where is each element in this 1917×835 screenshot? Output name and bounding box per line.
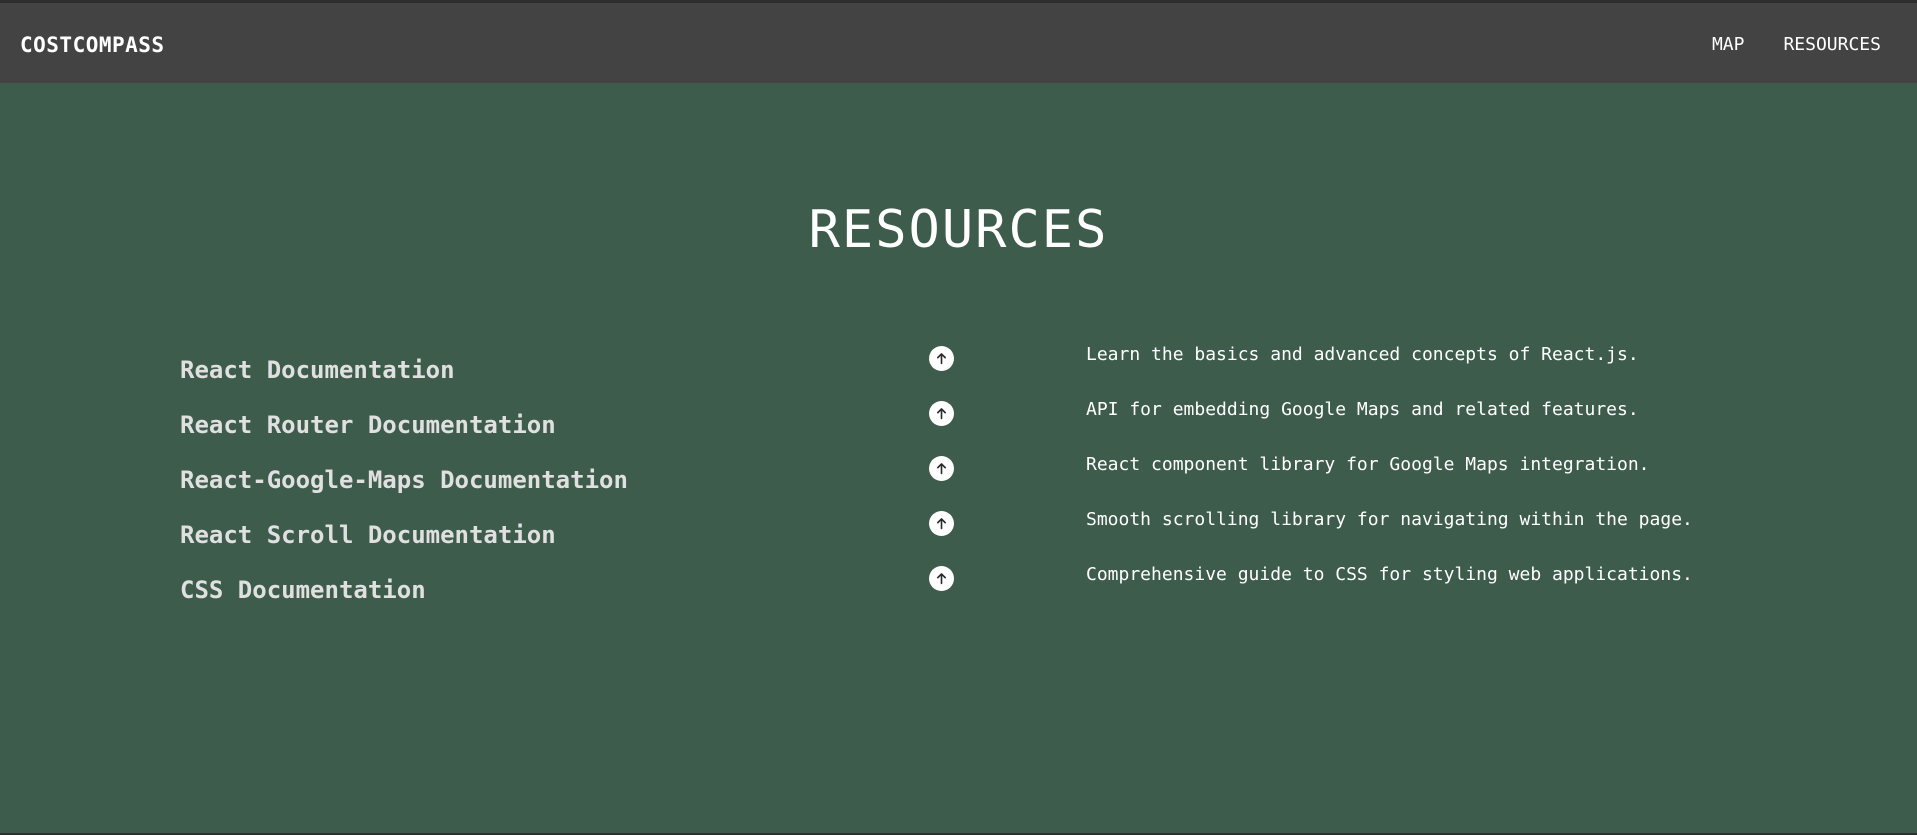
nav-link-map[interactable]: MAP	[1712, 34, 1745, 56]
resource-description: React component library for Google Maps …	[1086, 454, 1650, 475]
resource-item: React Router Documentation API for embed…	[0, 393, 1917, 448]
navbar: COSTCOMPASS MAP RESOURCES	[0, 3, 1917, 83]
brand-logo[interactable]: COSTCOMPASS	[20, 33, 165, 57]
arrow-up-icon[interactable]	[929, 346, 954, 371]
resources-list: React Documentation Learn the basics and…	[0, 338, 1917, 613]
resource-item: React Documentation Learn the basics and…	[0, 338, 1917, 393]
resource-item: React Scroll Documentation Smooth scroll…	[0, 503, 1917, 558]
arrow-up-icon[interactable]	[929, 511, 954, 536]
resource-title[interactable]: React Documentation	[180, 356, 455, 384]
resource-description: Comprehensive guide to CSS for styling w…	[1086, 564, 1693, 585]
page-title: RESOURCES	[808, 200, 1109, 260]
resource-title[interactable]: CSS Documentation	[180, 576, 426, 604]
resource-title[interactable]: React Scroll Documentation	[180, 521, 556, 549]
resource-title[interactable]: React Router Documentation	[180, 411, 556, 439]
resource-item: CSS Documentation Comprehensive guide to…	[0, 558, 1917, 613]
resource-item: React-Google-Maps Documentation React co…	[0, 448, 1917, 503]
arrow-up-icon[interactable]	[929, 456, 954, 481]
nav-link-resources[interactable]: RESOURCES	[1783, 34, 1881, 56]
nav-links: MAP RESOURCES	[1712, 34, 1881, 56]
arrow-up-icon[interactable]	[929, 566, 954, 591]
arrow-up-icon[interactable]	[929, 401, 954, 426]
resource-description: Smooth scrolling library for navigating …	[1086, 509, 1693, 530]
resource-title[interactable]: React-Google-Maps Documentation	[180, 466, 628, 494]
resource-description: Learn the basics and advanced concepts o…	[1086, 344, 1639, 365]
resource-description: API for embedding Google Maps and relate…	[1086, 399, 1639, 420]
